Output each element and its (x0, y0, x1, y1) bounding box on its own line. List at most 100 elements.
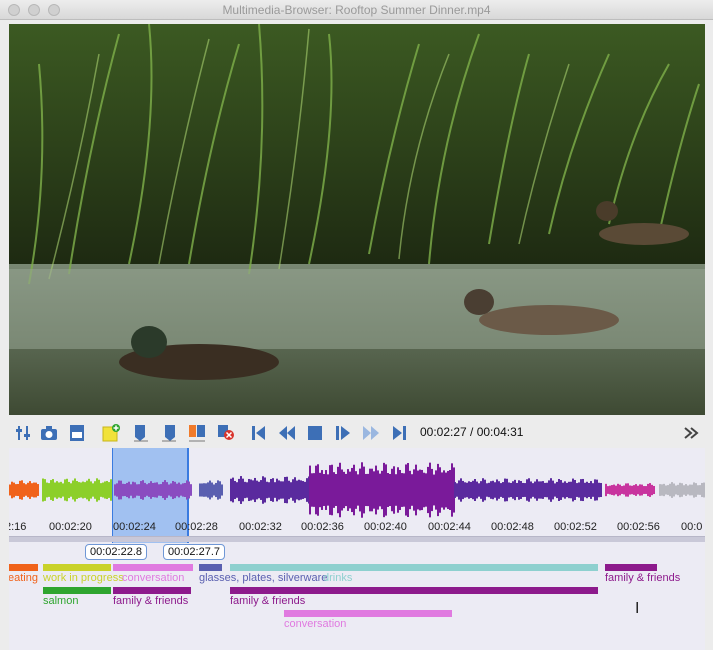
waveform-sample (252, 480, 254, 500)
waveform-sample (701, 482, 703, 498)
waveform-sample (449, 470, 451, 510)
waveform-sample (369, 468, 371, 512)
waveform-sample (64, 479, 66, 501)
waveform-sample (70, 483, 72, 497)
marker-remove-icon[interactable] (213, 421, 237, 445)
waveform-sample (21, 480, 23, 500)
waveform-sample (357, 474, 359, 506)
waveform-sample (156, 482, 158, 498)
waveform-sample (609, 485, 611, 495)
annotation-label: drinks (323, 572, 353, 584)
waveform-sample (506, 478, 508, 502)
annotation-bar[interactable] (9, 564, 38, 571)
stop-icon[interactable] (303, 421, 327, 445)
waveform-sample (530, 481, 532, 499)
waveform-sample (373, 471, 375, 509)
waveform-sample (451, 463, 453, 517)
frame-icon[interactable] (65, 421, 89, 445)
waveform-sample (178, 482, 180, 498)
waveform-sample (675, 485, 677, 495)
waveform-sample (298, 479, 300, 501)
marker-out-icon[interactable] (157, 421, 181, 445)
timeline-panel[interactable]: 2:16 00:02:20 00:02:24 00:02:28 00:02:32… (9, 448, 705, 650)
annotation-bar[interactable] (230, 587, 598, 594)
play-icon[interactable] (331, 421, 355, 445)
waveform-sample (480, 481, 482, 499)
annotation-bar[interactable] (230, 564, 598, 571)
waveform-sample (651, 484, 653, 496)
waveform-sample (96, 478, 98, 502)
waveform-sample (311, 473, 313, 507)
waveform-sample (407, 463, 409, 517)
annotation-bar[interactable] (113, 564, 193, 571)
waveform-sample (472, 480, 474, 500)
skip-start-icon[interactable] (247, 421, 271, 445)
waveform-sample (122, 483, 124, 497)
fast-forward-icon[interactable] (359, 421, 383, 445)
waveform-sample (564, 481, 566, 499)
waveform-sample (211, 482, 213, 498)
waveform-sample (276, 478, 278, 502)
waveform-sample (234, 480, 236, 500)
waveform-sample (645, 486, 647, 494)
waveform-sample (443, 470, 445, 510)
waveform-sample (534, 481, 536, 499)
waveform-sample (633, 485, 635, 495)
waveform-sample (391, 468, 393, 512)
waveform-sample (94, 481, 96, 499)
waveform-sample (120, 480, 122, 500)
skip-end-icon[interactable] (387, 421, 411, 445)
annotation-bar[interactable] (199, 564, 222, 571)
waveform-sample (209, 480, 211, 500)
waveform-sample (341, 469, 343, 511)
waveform-sample (80, 482, 82, 498)
expand-icon[interactable] (679, 421, 703, 445)
timeline-scrubber[interactable] (9, 536, 705, 542)
video-player[interactable] (9, 24, 705, 415)
waveform-sample (621, 486, 623, 494)
waveform-sample (460, 478, 462, 502)
annotation-bar[interactable] (43, 587, 111, 594)
waveform-sample (379, 473, 381, 507)
waveform-sample (102, 482, 104, 498)
waveform-sample (205, 483, 207, 497)
annotation-bar[interactable] (605, 564, 657, 571)
waveform-sample (82, 481, 84, 499)
add-note-icon[interactable] (99, 421, 123, 445)
waveform-sample (544, 482, 546, 498)
waveform-sample (201, 483, 203, 497)
annotation-label: conversation (122, 572, 185, 584)
annotation-bar[interactable] (113, 587, 191, 594)
waveform-sample (697, 485, 699, 495)
waveform-sample (333, 472, 335, 508)
waveform-sample (166, 482, 168, 498)
waveform-sample (367, 473, 369, 507)
waveform-sample (172, 480, 174, 500)
waveform-sample (152, 482, 154, 498)
waveform-sample (474, 478, 476, 502)
waveform-sample (576, 483, 578, 497)
waveform-sample (270, 478, 272, 502)
waveform-sample (375, 465, 377, 515)
annotation-bar[interactable] (284, 610, 452, 617)
tick-label: 00:02:24 (113, 521, 156, 533)
waveform-sample (92, 483, 94, 497)
waveform-sample (199, 483, 201, 497)
waveform-sample (347, 469, 349, 511)
tick-label: 00:02:36 (301, 521, 344, 533)
waveform-sample (502, 482, 504, 498)
waveform-sample (292, 479, 294, 501)
rewind-icon[interactable] (275, 421, 299, 445)
waveform-sample (484, 479, 486, 501)
sliders-icon[interactable] (11, 421, 35, 445)
waveform-sample (250, 479, 252, 501)
marker-multi-icon[interactable] (185, 421, 209, 445)
waveform-sample (60, 481, 62, 499)
waveform-sample (488, 482, 490, 498)
camera-icon[interactable] (37, 421, 61, 445)
marker-in-icon[interactable] (129, 421, 153, 445)
waveform-sample (246, 482, 248, 498)
annotation-bar[interactable] (43, 564, 111, 571)
waveform-sample (319, 472, 321, 508)
waveform-sample (164, 480, 166, 500)
